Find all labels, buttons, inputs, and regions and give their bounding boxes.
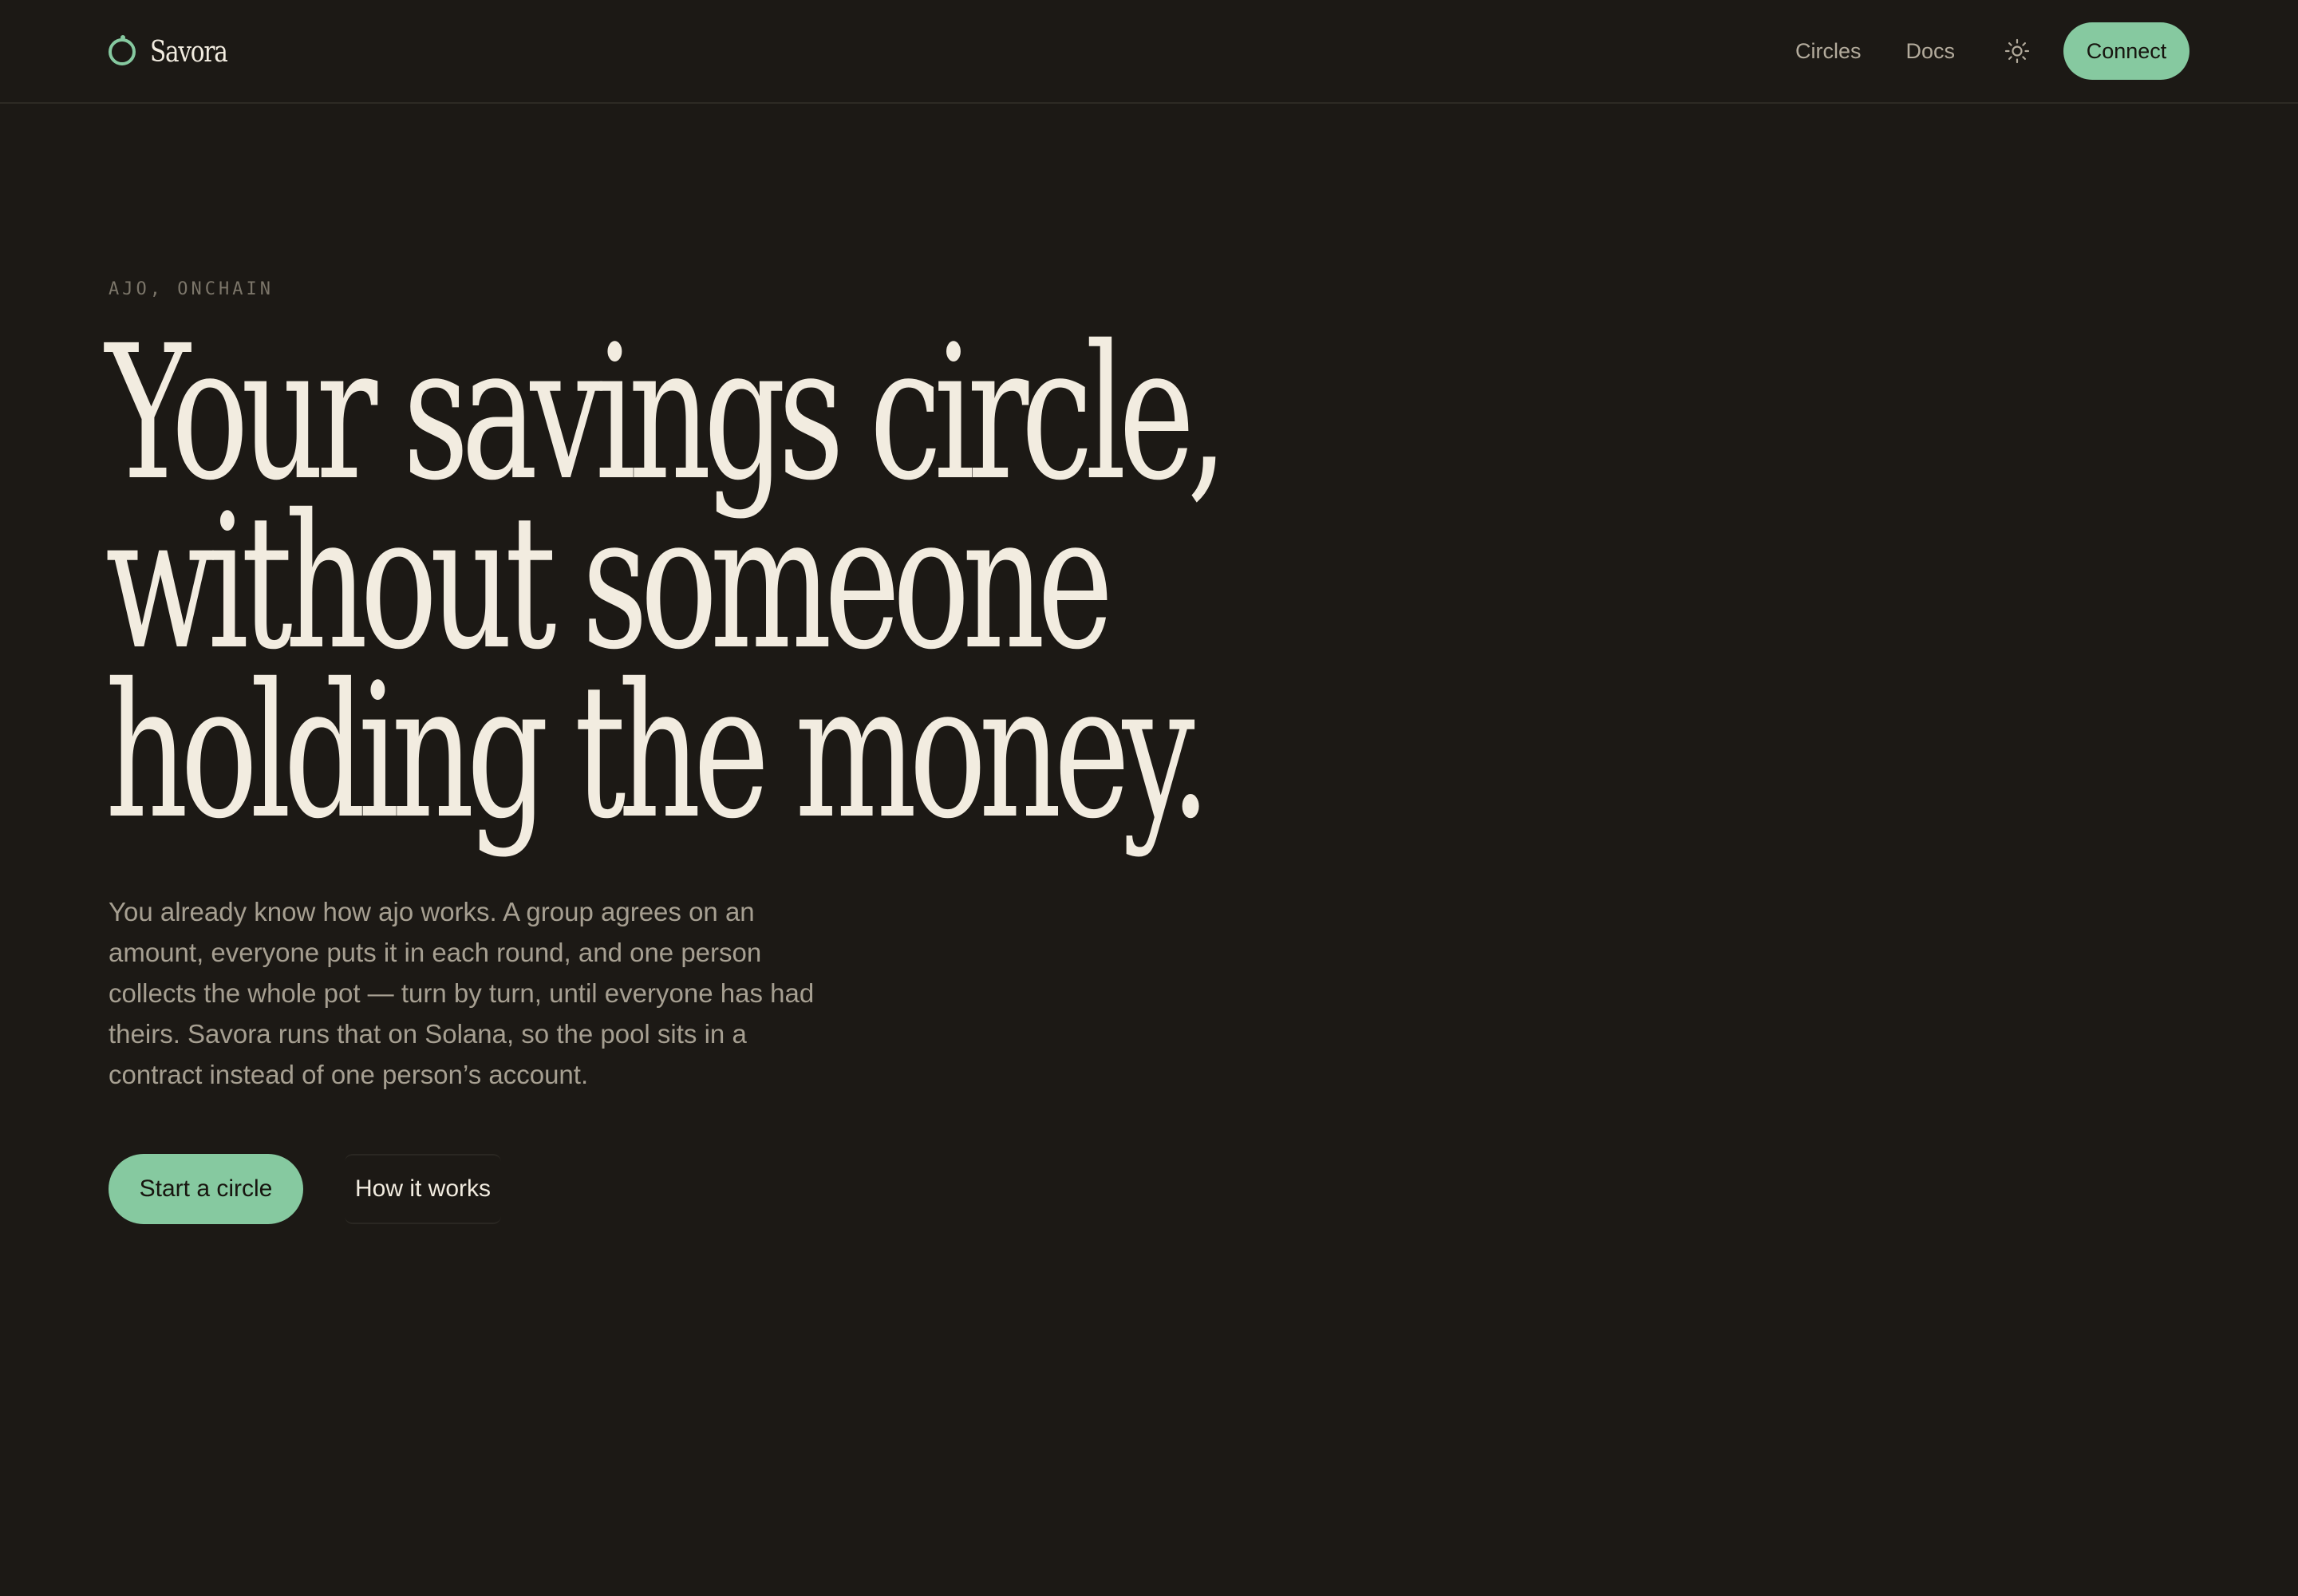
site-header: Savora Circles Docs Connect xyxy=(0,0,2298,104)
theme-toggle-button[interactable] xyxy=(2000,34,2035,69)
ring-logo-icon xyxy=(109,35,136,65)
headline-line-3: holding the money. xyxy=(105,644,1211,859)
hero-cta-group: Start a circle How it works xyxy=(109,1154,501,1224)
sun-icon xyxy=(2004,38,2030,64)
main-nav: Circles Docs Connect xyxy=(1795,22,2189,80)
headline-line-2: without someone xyxy=(105,475,1113,690)
hero-eyebrow: AJO, ONCHAIN xyxy=(109,279,274,299)
nav-link-docs[interactable]: Docs xyxy=(1905,39,1955,64)
nav-link-circles[interactable]: Circles xyxy=(1795,39,1862,64)
headline-line-1: Your savings circle, xyxy=(105,306,1228,521)
start-circle-button[interactable]: Start a circle xyxy=(109,1154,303,1224)
brand-logo-link[interactable]: Savora xyxy=(109,32,244,72)
landing-page: Savora Circles Docs Connect AJO, ONCHAIN… xyxy=(0,0,2298,1596)
hero-description: You already know how ajo works. A group … xyxy=(109,897,815,1089)
hero-headline: Your savings circle, without someone hol… xyxy=(105,306,1228,859)
brand-name: Savora xyxy=(150,35,228,69)
connect-wallet-button[interactable]: Connect xyxy=(2063,22,2189,80)
how-it-works-button[interactable]: How it works xyxy=(345,1154,501,1224)
